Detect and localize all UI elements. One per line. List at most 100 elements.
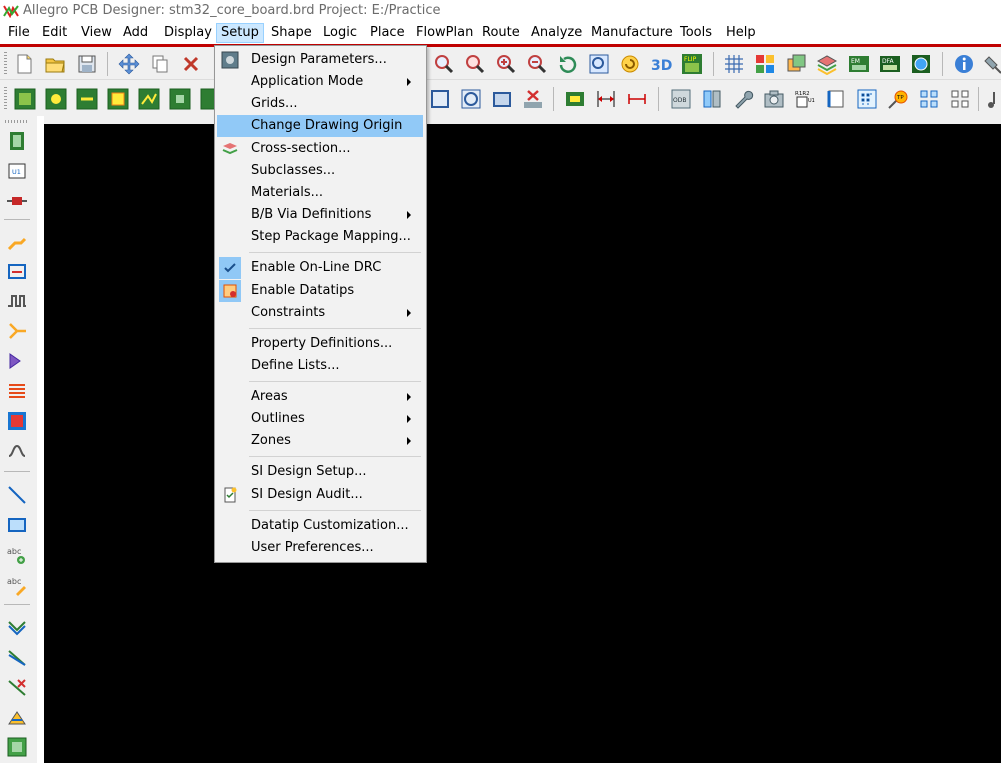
custom-smooth-icon[interactable] (6, 440, 28, 462)
delay-tune-icon[interactable] (6, 290, 28, 312)
menu-item-define-lists[interactable]: Define Lists... (217, 355, 423, 377)
color-icon[interactable] (754, 53, 776, 75)
menu-item-bb-via-definitions[interactable]: B/B Via Definitions (217, 204, 423, 226)
globe-icon[interactable] (910, 53, 932, 75)
menu-item-materials[interactable]: Materials... (217, 182, 423, 204)
add-rect-icon[interactable] (6, 514, 28, 536)
menu-logic[interactable]: Logic (320, 25, 360, 41)
menu-item-cross-section[interactable]: Cross-section... (217, 138, 423, 160)
slide-icon[interactable] (6, 260, 28, 282)
menu-edit[interactable]: Edit (39, 25, 70, 41)
menu-file[interactable]: File (5, 25, 33, 41)
dyn-shape-icon[interactable] (169, 88, 191, 110)
menu-view[interactable]: View (78, 25, 115, 41)
fanout-icon[interactable] (6, 320, 28, 342)
odb-icon[interactable]: ODB (670, 88, 692, 110)
3d-view-icon[interactable]: 3D (650, 53, 672, 75)
music-icon[interactable] (984, 88, 1001, 110)
menu-item-step-package-mapping[interactable]: Step Package Mapping... (217, 226, 423, 248)
menu-item-change-drawing-origin[interactable]: Change Drawing Origin (217, 115, 423, 137)
resistor-icon[interactable] (6, 190, 28, 212)
zoom-in-icon[interactable] (495, 53, 517, 75)
menu-help[interactable]: Help (723, 25, 759, 41)
menu-item-outlines[interactable]: Outlines (217, 408, 423, 430)
add-text-icon[interactable]: abc (6, 544, 28, 566)
dfa-icon[interactable]: DFA (879, 53, 901, 75)
frame-icon[interactable] (491, 88, 513, 110)
menu-item-enable-online-drc[interactable]: Enable On-Line DRC (217, 257, 423, 279)
menu-add[interactable]: Add (120, 25, 151, 41)
menu-item-application-mode[interactable]: Application Mode (217, 71, 423, 93)
cline-filter-icon[interactable] (138, 88, 160, 110)
grid-shape-icon[interactable] (6, 736, 28, 758)
pad-filter-icon[interactable] (45, 88, 67, 110)
menu-item-subclasses[interactable]: Subclasses... (217, 160, 423, 182)
dimension-icon[interactable] (595, 88, 617, 110)
rect-shape-icon[interactable] (429, 88, 451, 110)
menu-item-design-parameters[interactable]: Design Parameters... (217, 49, 423, 71)
auto-route-icon[interactable] (6, 350, 28, 372)
component-icon[interactable] (6, 130, 28, 152)
menu-item-si-design-audit[interactable]: SI Design Audit... (217, 484, 423, 506)
array-icon[interactable] (949, 88, 971, 110)
menu-item-grids[interactable]: Grids... (217, 93, 423, 115)
copy-icon[interactable] (149, 53, 171, 75)
menu-item-constraints[interactable]: Constraints (217, 302, 423, 324)
layers-icon[interactable] (816, 53, 838, 75)
zoom-fit-icon[interactable] (464, 53, 486, 75)
em-icon[interactable]: EM (848, 53, 870, 75)
refdes-icon[interactable]: R1R2U1 (794, 88, 816, 110)
grid-icon[interactable] (723, 53, 745, 75)
toolbar-grip[interactable] (5, 120, 29, 123)
add-line-icon[interactable] (6, 484, 28, 506)
menu-route[interactable]: Route (479, 25, 523, 41)
zoom-world-icon[interactable] (588, 53, 610, 75)
delete-icon[interactable] (180, 53, 202, 75)
menu-setup[interactable]: Setup (216, 23, 264, 43)
menu-analyze[interactable]: Analyze (528, 25, 585, 41)
bus-route-icon[interactable] (6, 380, 28, 402)
zoom-out-icon[interactable] (526, 53, 548, 75)
menu-display[interactable]: Display (161, 25, 215, 41)
delete-route-icon[interactable] (6, 676, 28, 698)
note-icon[interactable] (825, 88, 847, 110)
menu-tools[interactable]: Tools (677, 25, 715, 41)
zoom-icon[interactable] (433, 53, 455, 75)
menu-shape[interactable]: Shape (268, 25, 315, 41)
dimension-linear-icon[interactable] (626, 88, 648, 110)
design-canvas[interactable] (44, 124, 1001, 763)
menu-flowplan[interactable]: FlowPlan (413, 25, 476, 41)
menu-item-si-design-setup[interactable]: SI Design Setup... (217, 461, 423, 483)
flip-board-icon[interactable]: FLIP (681, 53, 703, 75)
shape-filter-icon[interactable] (107, 88, 129, 110)
menu-place[interactable]: Place (367, 25, 408, 41)
menu-item-enable-datatips[interactable]: Enable Datatips (217, 280, 423, 302)
edit-text-icon[interactable]: abc (6, 574, 28, 596)
menu-item-zones[interactable]: Zones (217, 430, 423, 452)
info-icon[interactable] (953, 53, 975, 75)
route-diff-icon[interactable] (6, 646, 28, 668)
via-filter-icon[interactable] (76, 88, 98, 110)
camera-icon[interactable] (763, 88, 785, 110)
placement-grid-icon[interactable] (856, 88, 878, 110)
zoom-previous-icon[interactable] (557, 53, 579, 75)
new-file-icon[interactable] (13, 53, 35, 75)
redraw-icon[interactable] (619, 53, 641, 75)
menu-item-user-preferences[interactable]: User Preferences... (217, 537, 423, 559)
shape-fill-icon[interactable] (6, 410, 28, 432)
wrench-icon[interactable] (732, 88, 754, 110)
menu-item-areas[interactable]: Areas (217, 386, 423, 408)
add-connect-icon[interactable] (6, 230, 28, 252)
place-u1-icon[interactable]: U1 (6, 160, 28, 182)
glossing-icon[interactable] (6, 706, 28, 728)
swap-icon[interactable] (701, 88, 723, 110)
move-icon[interactable] (118, 53, 140, 75)
menu-item-property-definitions[interactable]: Property Definitions... (217, 333, 423, 355)
save-icon[interactable] (76, 53, 98, 75)
layer-visibility-icon[interactable] (785, 53, 807, 75)
board-filter-icon[interactable] (14, 88, 36, 110)
pin-icon[interactable] (983, 53, 1001, 75)
testpoint-icon[interactable]: TP (887, 88, 909, 110)
clear-shape-icon[interactable] (522, 88, 544, 110)
matrix-icon[interactable] (918, 88, 940, 110)
